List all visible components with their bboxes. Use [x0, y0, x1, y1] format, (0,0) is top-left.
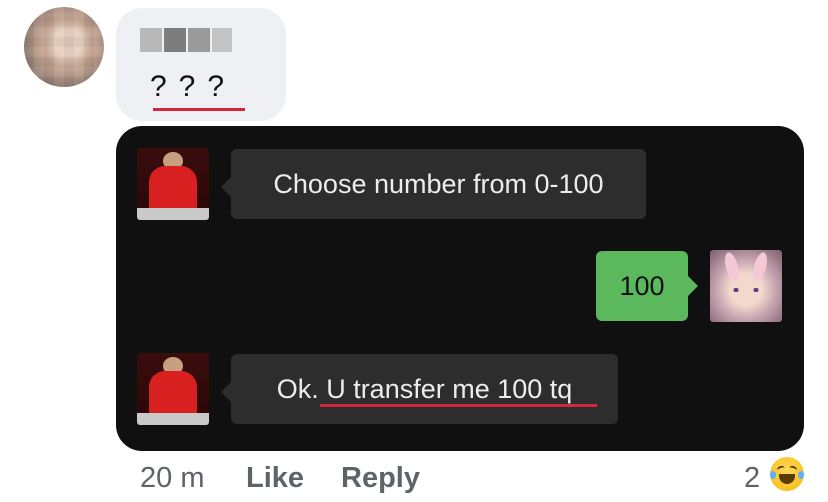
comment-bubble	[116, 8, 286, 121]
message-underline	[320, 404, 597, 407]
comment-timestamp[interactable]: 20 m	[140, 462, 204, 495]
received-message-bubble: Ok. U transfer me 100 tq	[221, 354, 618, 424]
reply-button[interactable]: Reply	[341, 462, 420, 495]
message-text: Ok. U transfer me 100 tq	[276, 373, 573, 404]
message-text: 100	[619, 270, 665, 301]
comment-text: ???	[150, 70, 237, 103]
sent-message-bubble: 100	[596, 251, 698, 321]
commenter-name-pixelated[interactable]	[140, 28, 236, 52]
recipient-avatar	[710, 250, 782, 322]
sender-avatar	[137, 353, 209, 425]
like-button[interactable]: Like	[246, 462, 304, 495]
comment-underline	[153, 108, 245, 111]
commenter-avatar[interactable]	[24, 7, 104, 87]
reaction-count[interactable]: 2	[744, 462, 760, 495]
sender-avatar	[137, 148, 209, 220]
laughing-emoji-icon[interactable]	[770, 457, 804, 491]
message-text: Choose number from 0-100	[273, 168, 604, 199]
received-message-bubble: Choose number from 0-100	[221, 149, 646, 219]
